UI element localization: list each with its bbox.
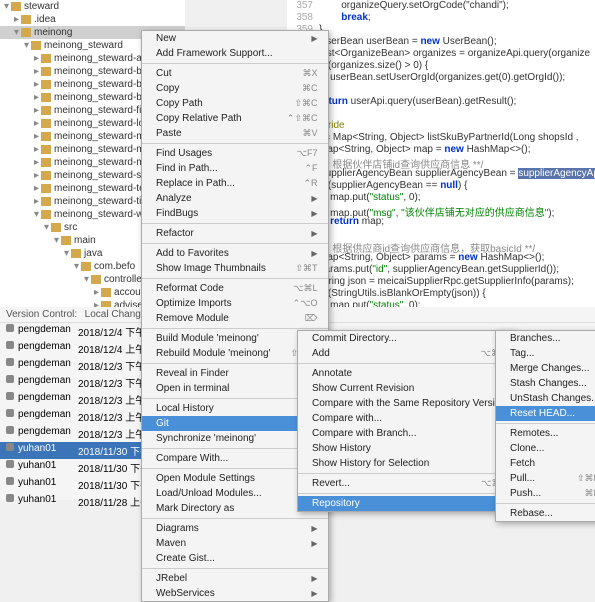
menu-item[interactable]: Push...⌘K	[496, 486, 595, 501]
context-menu-repository[interactable]: Branches...Tag...Merge Changes...Stash C…	[495, 330, 595, 522]
commit-icon	[6, 443, 14, 451]
menu-item[interactable]: Remove Module⌦	[142, 311, 328, 326]
folder-icon	[41, 132, 51, 141]
menu-item[interactable]: UnStash Changes...	[496, 391, 595, 406]
menu-item[interactable]: Revert...⌥⌘Z	[298, 476, 516, 491]
folder-icon	[41, 145, 51, 154]
commit-icon	[6, 341, 14, 349]
commit-icon	[6, 477, 14, 485]
menu-item[interactable]: WebServices▶	[142, 586, 328, 601]
folder-icon	[41, 197, 51, 206]
menu-item[interactable]: Compare with Branch...	[298, 426, 516, 441]
folder-icon	[21, 15, 31, 24]
folder-icon	[71, 249, 81, 258]
menu-item[interactable]: Copy Relative Path⌃⇧⌘C	[142, 111, 328, 126]
menu-item[interactable]: Cut⌘X	[142, 66, 328, 81]
commit-icon	[6, 392, 14, 400]
menu-item[interactable]: Copy Path⇧⌘C	[142, 96, 328, 111]
menu-item[interactable]: Tag...	[496, 346, 595, 361]
context-menu-main[interactable]: New▶Add Framework Support...Cut⌘XCopy⌘CC…	[141, 30, 329, 602]
tree-item[interactable]: ▾steward	[0, 0, 185, 13]
folder-icon	[41, 106, 51, 115]
menu-item[interactable]: Reformat Code⌥⌘L	[142, 281, 328, 296]
folder-icon	[41, 184, 51, 193]
folder-icon	[31, 41, 41, 50]
folder-icon	[41, 80, 51, 89]
menu-item[interactable]: Replace in Path...⌃R	[142, 176, 328, 191]
commit-icon	[6, 324, 14, 332]
menu-item[interactable]: Paste⌘V	[142, 126, 328, 141]
menu-item[interactable]: Create Gist...	[142, 551, 328, 566]
menu-item[interactable]: Add⌥⌘A	[298, 346, 516, 361]
commit-icon	[6, 409, 14, 417]
folder-icon	[41, 171, 51, 180]
menu-item[interactable]: Compare with the Same Repository Version	[298, 396, 516, 411]
menu-item[interactable]: Show Current Revision	[298, 381, 516, 396]
menu-item[interactable]: Add to Favorites▶	[142, 246, 328, 261]
menu-item[interactable]: Merge Changes...	[496, 361, 595, 376]
menu-item[interactable]: Find Usages⌥F7	[142, 146, 328, 161]
menu-item[interactable]: FindBugs▶	[142, 206, 328, 221]
folder-icon	[81, 262, 91, 271]
menu-item[interactable]: Find in Path...⌃F	[142, 161, 328, 176]
folder-icon	[21, 28, 31, 37]
menu-item[interactable]: Maven▶	[142, 536, 328, 551]
folder-icon	[61, 236, 71, 245]
context-menu-git[interactable]: Commit Directory...Add⌥⌘A AnnotateShow Cu…	[297, 330, 517, 512]
tree-item[interactable]: ▸.idea	[0, 13, 185, 26]
folder-icon	[41, 93, 51, 102]
menu-item[interactable]: Commit Directory...	[298, 331, 516, 346]
commit-icon	[6, 494, 14, 502]
folder-icon	[41, 119, 51, 128]
menu-item[interactable]: Analyze▶	[142, 191, 328, 206]
commit-icon	[6, 358, 14, 366]
folder-icon	[91, 275, 101, 284]
menu-item[interactable]: JRebel▶	[142, 571, 328, 586]
menu-item[interactable]: Branches...	[496, 331, 595, 346]
menu-item[interactable]: Refactor▶	[142, 226, 328, 241]
commit-icon	[6, 460, 14, 468]
menu-item[interactable]: Reset HEAD...	[496, 406, 595, 421]
commit-icon	[6, 375, 14, 383]
folder-icon	[11, 2, 21, 11]
folder-icon	[41, 158, 51, 167]
menu-item[interactable]: Show History	[298, 441, 516, 456]
menu-item[interactable]: Annotate	[298, 366, 516, 381]
menu-item[interactable]: Pull...⇧⌘P	[496, 471, 595, 486]
menu-item[interactable]: Remotes...	[496, 426, 595, 441]
menu-item[interactable]: Copy⌘C	[142, 81, 328, 96]
menu-item[interactable]: Stash Changes...	[496, 376, 595, 391]
folder-icon	[41, 67, 51, 76]
menu-item[interactable]: Repository▶	[298, 496, 516, 511]
menu-item[interactable]: Show Image Thumbnails⇧⌘T	[142, 261, 328, 276]
menu-item[interactable]: Diagrams▶	[142, 521, 328, 536]
menu-item[interactable]: Rebase...	[496, 506, 595, 521]
code-editor[interactable]: 3573583593603613623633643653663673683693…	[287, 0, 595, 307]
menu-item[interactable]: New▶	[142, 31, 328, 46]
folder-icon	[101, 288, 111, 297]
menu-item[interactable]: Optimize Imports⌃⌥O	[142, 296, 328, 311]
menu-item[interactable]: Show History for Selection	[298, 456, 516, 471]
menu-item[interactable]: Compare with...	[298, 411, 516, 426]
menu-item[interactable]: Clone...	[496, 441, 595, 456]
folder-icon	[41, 210, 51, 219]
menu-item[interactable]: Add Framework Support...	[142, 46, 328, 61]
commit-icon	[6, 426, 14, 434]
folder-icon	[51, 223, 61, 232]
folder-icon	[41, 54, 51, 63]
menu-item[interactable]: Fetch	[496, 456, 595, 471]
